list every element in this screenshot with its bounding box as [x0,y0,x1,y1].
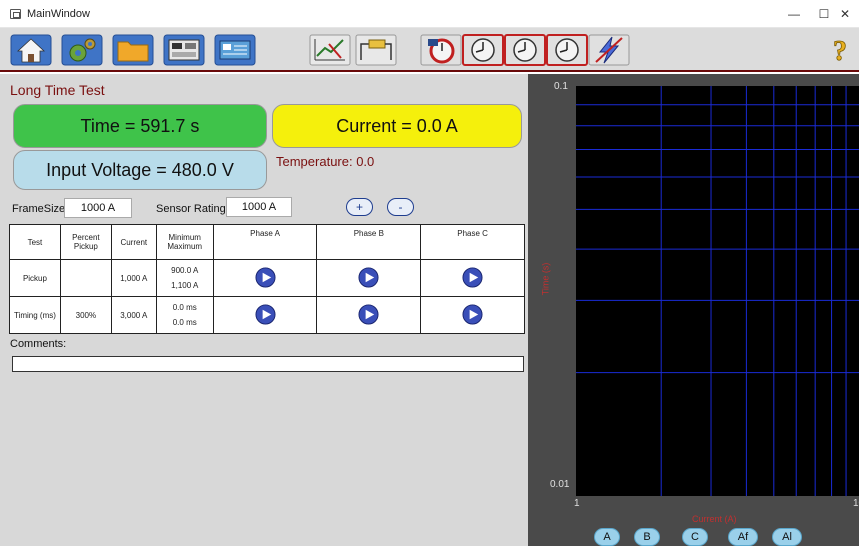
series-b-button[interactable]: B [634,528,660,546]
table-header-row: Test Percent Pickup Current Minimum Maxi… [9,224,525,260]
phase-b-cell [316,259,422,297]
folder-icon [112,34,154,66]
home-icon [10,34,52,66]
table-header: Phase C [420,224,525,260]
svg-text:?: ? [833,36,847,66]
connector-icon [355,34,397,66]
home-button[interactable] [10,34,52,66]
play-icon[interactable] [358,266,379,288]
temperature-label: Temperature: 0.0 [276,154,375,169]
test-table: Test Percent Pickup Current Minimum Maxi… [9,224,525,334]
series-al-button[interactable]: Al [772,528,802,546]
lightning-button[interactable] [588,34,630,66]
time-display: Time = 591.7 s [13,104,267,148]
current-display: Current = 0.0 A [272,104,522,148]
play-icon[interactable] [462,266,483,288]
open-folder-button[interactable] [112,34,154,66]
phase-a-cell [212,296,318,334]
add-button[interactable]: + [346,198,373,216]
main-toolbar: ? [0,28,859,72]
y-axis-title: Time (s) [540,262,551,296]
table-row: Pickup 1,000 A 900.0 A 1,100 A [9,259,525,297]
series-a-button[interactable]: A [594,528,620,546]
sensor-rating-field[interactable]: 1000 A [226,197,292,217]
connector-button[interactable] [355,34,397,66]
table-header: Phase A [212,224,318,260]
table-cell-test: Timing (ms) [9,296,61,334]
minimize-button[interactable]: — [779,4,809,24]
min-value: 900.0 A [171,266,199,275]
max-value: 0.0 ms [172,318,197,327]
y-axis-top-label: 0.1 [554,81,568,92]
comments-input[interactable] [12,356,524,372]
lightning-icon [588,34,630,66]
table-header: Phase B [316,224,422,260]
series-af-button[interactable]: Af [728,528,758,546]
min-value: 0.0 ms [172,303,197,312]
card-panel-button[interactable] [214,34,256,66]
play-icon[interactable] [462,303,483,325]
comments-label: Comments: [10,338,67,350]
test-title: Long Time Test [10,82,105,98]
device-panel-icon [163,34,205,66]
framesize-label: FrameSize: [12,203,69,215]
clock-2-icon [504,34,546,66]
phase-c-cell [420,259,525,297]
device-panel-button[interactable] [163,34,205,66]
graph-panel: 0.1 0.01 Time (s) 1 10 Current (A) A B C… [528,74,859,546]
play-icon[interactable] [358,303,379,325]
phase-b-cell [316,296,422,334]
stopwatch-icon [420,34,462,66]
clock-1-button[interactable] [462,34,504,66]
table-cell-percent: 300% [59,296,112,334]
table-row: Timing (ms) 300% 3,000 A 0.0 ms 0.0 ms [9,296,525,334]
table-cell-current: 1,000 A [110,259,157,297]
help-icon: ? [833,36,848,68]
clock-1-icon [462,34,504,66]
graph-plot-area [576,86,859,496]
table-header: Minimum Maximum [155,224,214,260]
phase-a-cell [212,259,318,297]
play-icon[interactable] [255,266,276,288]
graph-grid [576,86,859,496]
title-bar: MainWindow — ☐ ✕ [0,0,859,28]
table-cell-percent [59,259,112,297]
close-button[interactable]: ✕ [833,4,857,24]
table-cell-min-max: 900.0 A 1,100 A [155,259,214,297]
graph-tool-icon [309,34,351,66]
play-icon[interactable] [255,303,276,325]
phase-c-cell [420,296,525,334]
graph-tool-button[interactable] [309,34,351,66]
x-axis-right-label: 10 [853,498,859,509]
help-button[interactable]: ? [826,34,854,68]
clock-3-icon [546,34,588,66]
table-header: Test [9,224,61,260]
remove-button[interactable]: - [387,198,414,216]
y-axis-bottom-label: 0.01 [550,479,570,490]
series-c-button[interactable]: C [682,528,708,546]
input-voltage-display: Input Voltage = 480.0 V [13,150,267,190]
table-header: Percent Pickup [59,224,112,260]
x-axis-title: Current (A) [692,514,737,524]
settings-gears-icon [61,34,103,66]
table-cell-test: Pickup [9,259,61,297]
card-panel-icon [214,34,256,66]
table-cell-current: 3,000 A [110,296,157,334]
test-panel: Long Time Test Time = 591.7 s Current = … [0,74,528,546]
table-header: Current [110,224,157,260]
clock-3-button[interactable] [546,34,588,66]
window-title: MainWindow [27,8,90,20]
app-window-icon [10,9,21,19]
stopwatch-button[interactable] [420,34,462,66]
max-value: 1,100 A [171,281,199,290]
framesize-field[interactable]: 1000 A [64,198,132,218]
clock-2-button[interactable] [504,34,546,66]
x-axis-left-label: 1 [574,498,580,509]
settings-button[interactable] [61,34,103,66]
sensor-rating-label: Sensor Rating: [156,203,229,215]
table-cell-min-max: 0.0 ms 0.0 ms [155,296,214,334]
